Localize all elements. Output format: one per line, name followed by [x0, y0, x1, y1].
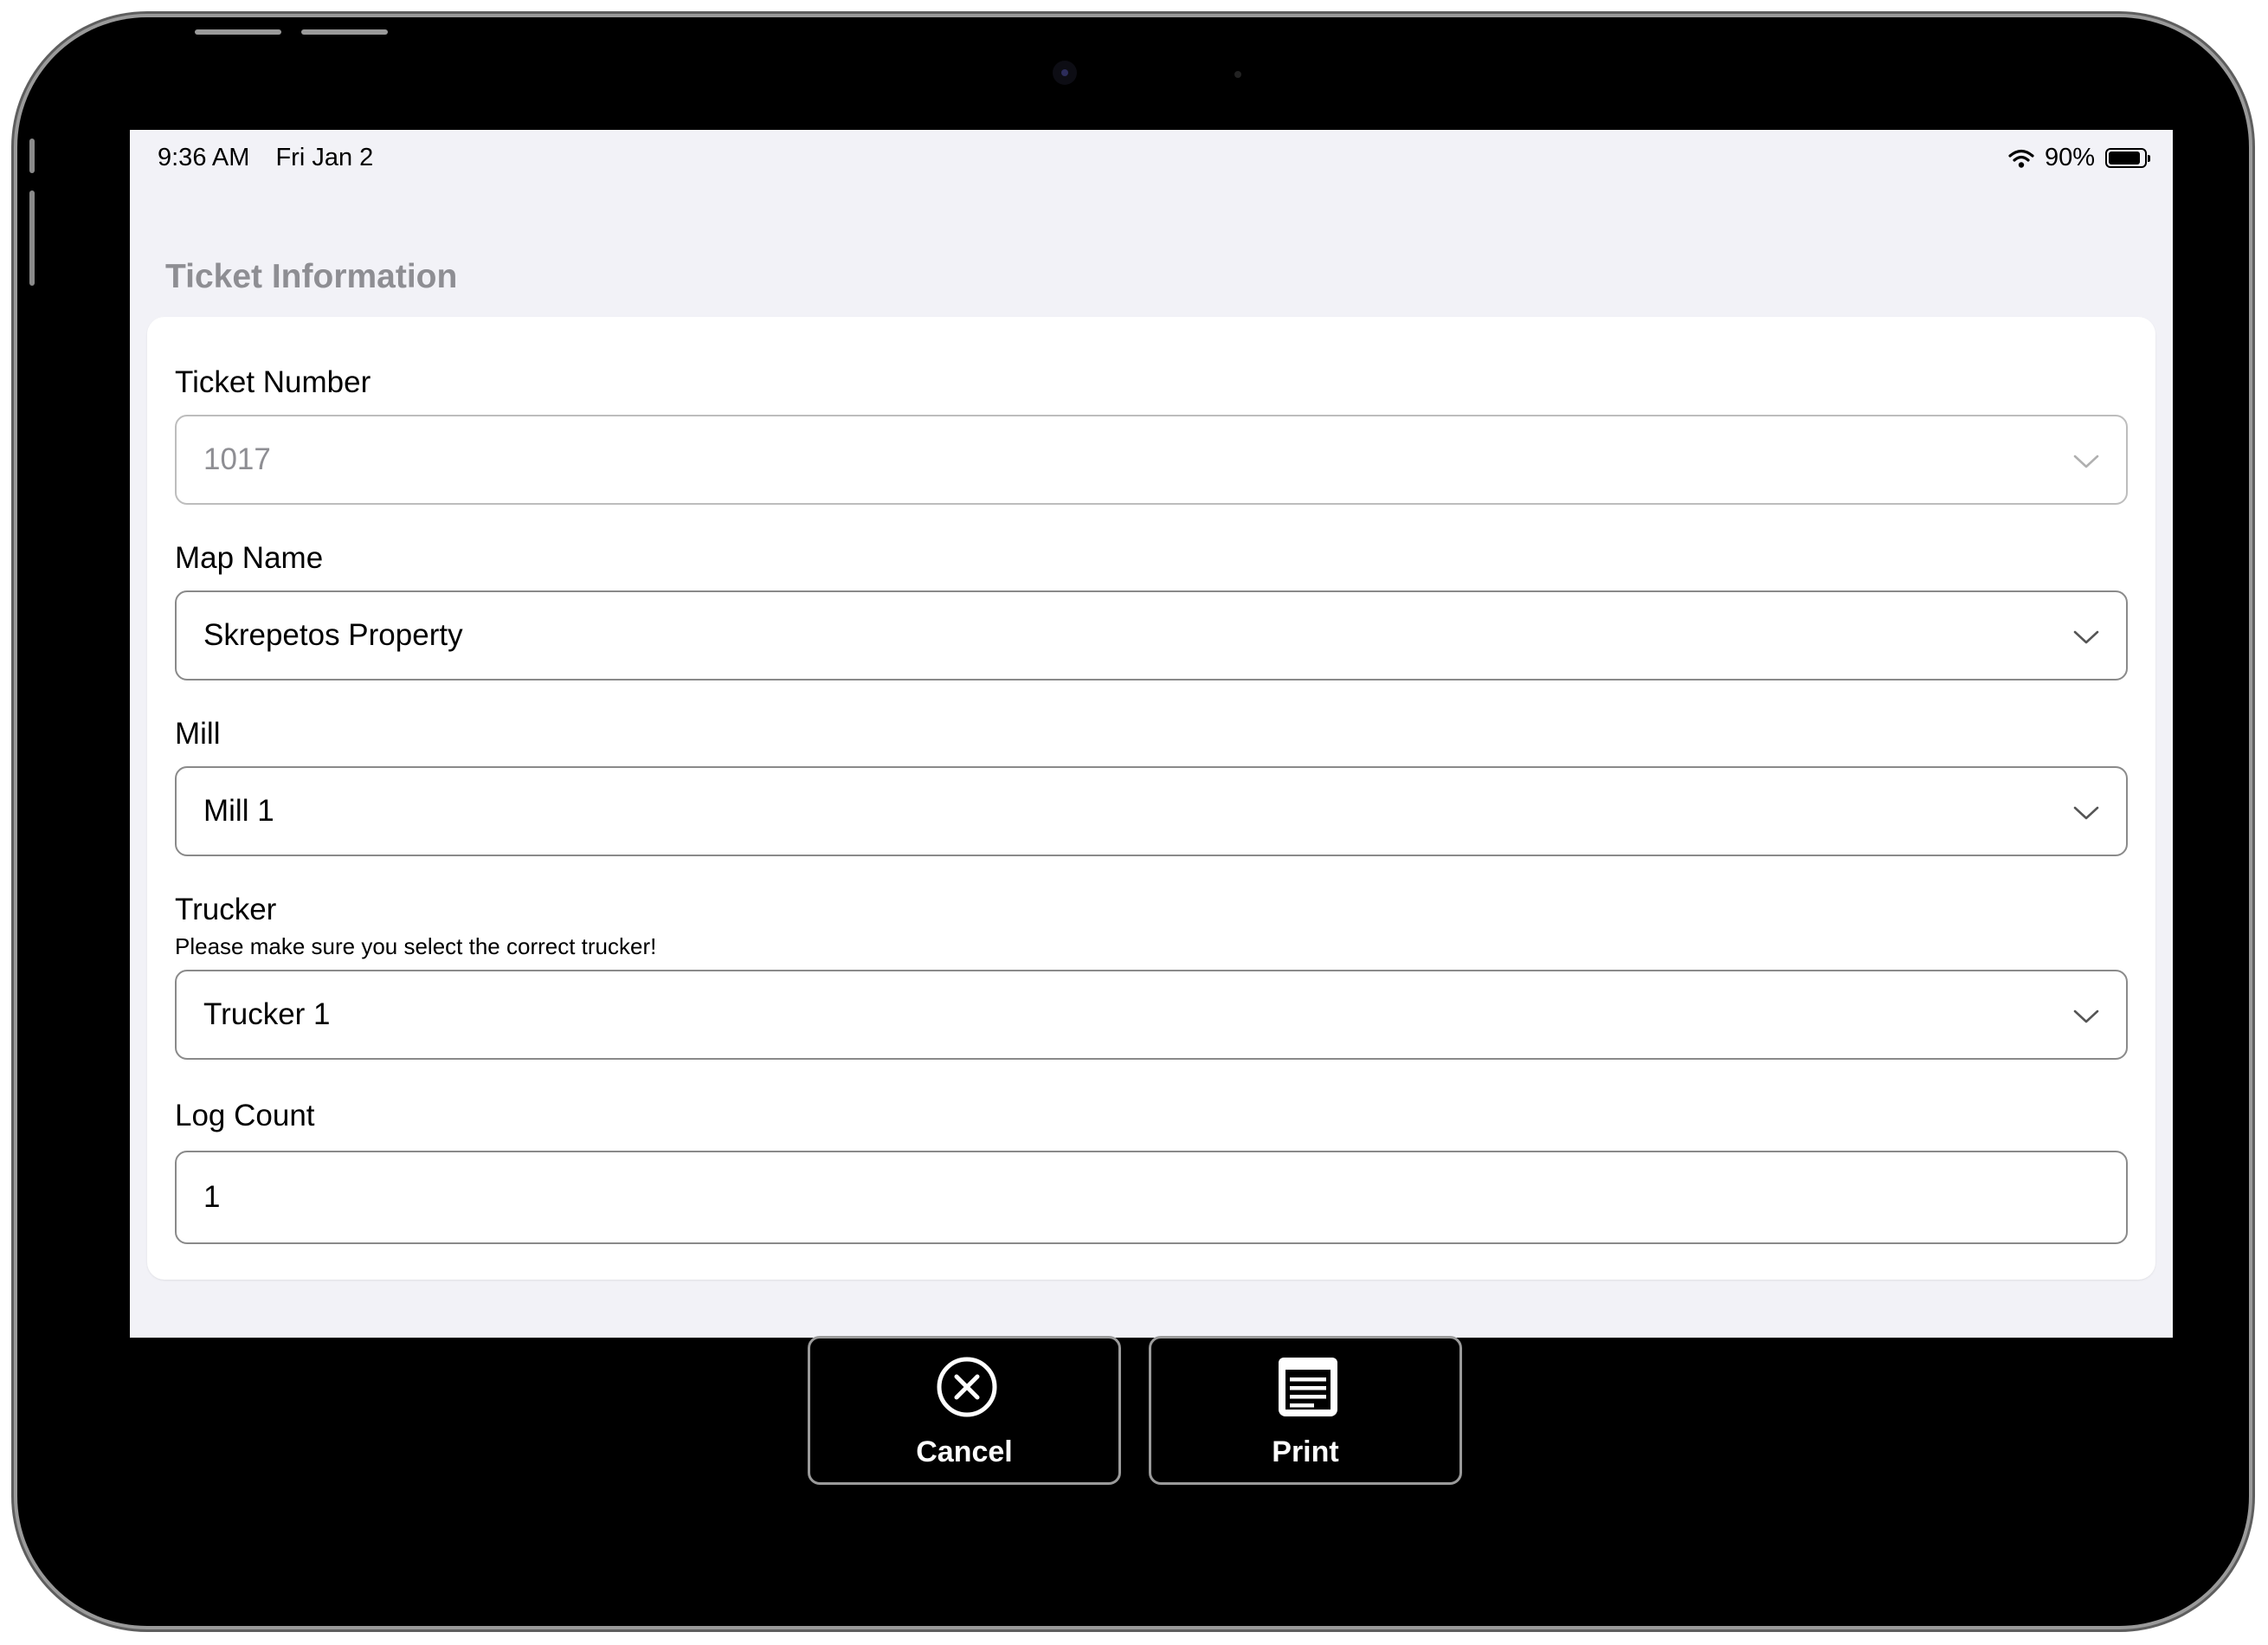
- print-label: Print: [1272, 1435, 1339, 1468]
- app-screen: 9:36 AM Fri Jan 2 90% Ticket Information…: [130, 130, 2173, 1338]
- side-button: [29, 139, 35, 173]
- battery-icon: [2105, 148, 2150, 168]
- document-icon: [1279, 1358, 1337, 1416]
- section-title: Ticket Information: [165, 258, 458, 295]
- map-name-dropdown[interactable]: Skrepetos Property: [175, 590, 2128, 681]
- log-count-label: Log Count: [175, 1099, 315, 1132]
- ticket-form-card: Ticket Number 1017 Map Name Skrepetos Pr…: [147, 317, 2155, 1280]
- volume-up-button: [195, 29, 281, 35]
- cancel-label: Cancel: [916, 1435, 1013, 1468]
- side-button: [29, 190, 35, 286]
- chevron-down-icon: [2073, 455, 2099, 468]
- ticket-number-label: Ticket Number: [175, 365, 371, 399]
- print-button[interactable]: Print: [1149, 1336, 1462, 1485]
- wifi-icon: [2008, 149, 2034, 168]
- mill-dropdown[interactable]: Mill 1: [175, 766, 2128, 856]
- chevron-down-icon: [2073, 630, 2099, 644]
- status-time: 9:36 AM: [158, 144, 250, 171]
- map-name-label: Map Name: [175, 541, 324, 575]
- ticket-number-dropdown[interactable]: 1017: [175, 415, 2128, 505]
- mill-value: Mill 1: [203, 794, 274, 828]
- trucker-label: Trucker: [175, 893, 277, 926]
- ambient-sensor: [1234, 71, 1241, 78]
- ticket-number-value: 1017: [203, 442, 271, 476]
- mill-label: Mill: [175, 717, 221, 751]
- volume-down-button: [301, 29, 388, 35]
- battery-fill: [2109, 152, 2140, 164]
- status-date: Fri Jan 2: [275, 144, 374, 171]
- log-count-input[interactable]: 1: [175, 1151, 2128, 1244]
- battery-percent: 90%: [2044, 144, 2095, 171]
- trucker-dropdown[interactable]: Trucker 1: [175, 970, 2128, 1060]
- cancel-button[interactable]: Cancel: [808, 1336, 1121, 1485]
- trucker-hint: Please make sure you select the correct …: [175, 933, 657, 959]
- chevron-down-icon: [2073, 1010, 2099, 1023]
- chevron-down-icon: [2073, 806, 2099, 820]
- trucker-value: Trucker 1: [203, 997, 331, 1031]
- circle-x-icon: [937, 1357, 997, 1417]
- status-right: 90%: [2008, 144, 2150, 172]
- map-name-value: Skrepetos Property: [203, 618, 463, 652]
- tablet-frame: 9:36 AM Fri Jan 2 90% Ticket Information…: [17, 17, 2249, 1626]
- status-left: 9:36 AM Fri Jan 2: [158, 144, 392, 172]
- front-camera: [1053, 61, 1077, 85]
- status-bar: 9:36 AM Fri Jan 2 90%: [130, 130, 2173, 187]
- log-count-value: 1: [203, 1180, 221, 1214]
